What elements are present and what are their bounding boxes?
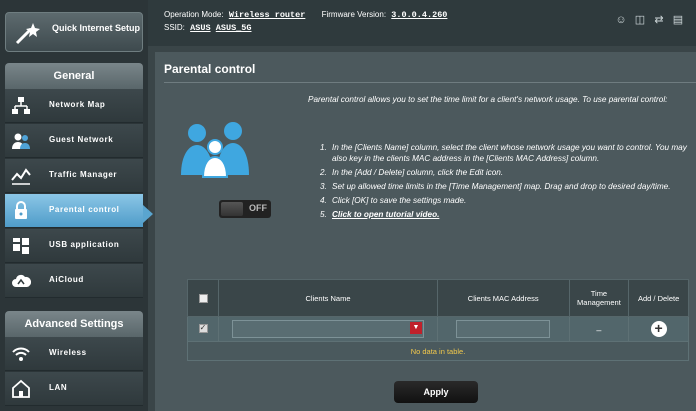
magic-wand-icon: [15, 23, 40, 45]
row-checkbox[interactable]: [198, 323, 208, 334]
operation-mode-link[interactable]: Wireless router: [229, 10, 306, 20]
sidebar-item-label: Guest Network: [49, 135, 114, 144]
step-item: 5. Click to open tutorial video.: [320, 210, 440, 219]
clients-name-header: Clients Name: [218, 279, 438, 317]
firmware-label: Firmware Version:: [321, 10, 387, 19]
sidebar-item-label: Network Map: [49, 100, 106, 109]
add-icon[interactable]: +: [650, 320, 667, 337]
sidebar-item-aicloud[interactable]: AiCloud: [5, 264, 143, 298]
no-data-text: No data in table.: [187, 341, 689, 361]
aicloud-icon: [12, 274, 31, 287]
input-row: ▼ – +: [186, 316, 689, 342]
network-status-icon[interactable]: ⇄: [653, 14, 665, 26]
step-item: 3. Set up allowed time limits in the [Tim…: [320, 182, 671, 191]
parental-control-toggle[interactable]: OFF: [219, 200, 271, 218]
sidebar-item-parental-control[interactable]: Parental control: [5, 194, 143, 228]
lan-icon: [12, 379, 30, 398]
active-item-arrow: [143, 205, 153, 223]
chevron-down-icon[interactable]: ▼: [410, 321, 423, 334]
top-header: Operation Mode: Wireless router Firmware…: [148, 0, 696, 46]
quick-internet-setup-button[interactable]: Quick Internet Setup: [5, 12, 143, 52]
general-header: General: [5, 63, 143, 89]
description-text: Parental control allows you to set the t…: [308, 95, 668, 104]
select-all-checkbox[interactable]: [198, 293, 208, 303]
clients-icon[interactable]: ☺: [615, 14, 627, 26]
toggle-state-label: OFF: [249, 203, 267, 213]
quick-internet-setup-label: Quick Internet Setup: [52, 23, 141, 33]
ssid-5g-link[interactable]: ASUS_5G: [216, 23, 252, 33]
sidebar-item-wireless[interactable]: Wireless: [5, 337, 143, 371]
sidebar-item-usb-application[interactable]: USB application: [5, 229, 143, 263]
sidebar: Quick Internet Setup General Network Map…: [0, 0, 153, 411]
advanced-settings-header: Advanced Settings: [5, 311, 143, 337]
sidebar-item-traffic-manager[interactable]: Traffic Manager: [5, 159, 143, 193]
firmware-version-link[interactable]: 3.0.0.4.260: [391, 10, 447, 20]
no-data-row: No data in table.: [187, 341, 689, 361]
tutorial-video-link[interactable]: Click to open tutorial video.: [332, 210, 439, 219]
instruction-steps: 1. In the [Clients Name] column, select t…: [308, 142, 688, 223]
guest-network-icon: [12, 133, 30, 149]
operation-mode-line: Operation Mode: Wireless router Firmware…: [164, 10, 447, 20]
status-icons: ☺ ◫ ⇄ ▤: [615, 14, 684, 26]
usb-status-icon[interactable]: ◫: [634, 14, 646, 26]
apply-button[interactable]: Apply: [394, 381, 478, 403]
select-all-header: [186, 279, 220, 317]
sidebar-item-label: AiCloud: [49, 275, 84, 284]
clients-mac-input[interactable]: [456, 319, 551, 338]
sidebar-item-label: LAN: [49, 383, 68, 392]
time-management-value: –: [596, 325, 602, 335]
ssid-line: SSID: ASUS ASUS_5G: [164, 23, 252, 33]
page-title: Parental control: [164, 62, 256, 76]
parental-control-panel: Parental control OFF Parental control al…: [155, 52, 696, 411]
clients-name-select[interactable]: ▼: [232, 319, 425, 338]
step-item: 2. In the [Add / Delete] column, click th…: [320, 168, 504, 177]
toggle-knob: [221, 202, 243, 216]
sidebar-item-label: USB application: [49, 240, 120, 249]
sidebar-item-network-map[interactable]: Network Map: [5, 89, 143, 123]
time-management-header: Time Management: [568, 279, 630, 317]
ssid-label: SSID:: [164, 23, 185, 32]
add-delete-header: Add / Delete: [628, 279, 689, 317]
clients-table: Clients Name Clients MAC Address Time Ma…: [186, 279, 689, 361]
sidebar-item-label: Wireless: [49, 348, 87, 357]
ssid-2g-link[interactable]: ASUS: [190, 23, 210, 33]
family-illustration-icon: [181, 122, 249, 178]
traffic-manager-icon: [11, 168, 31, 185]
title-divider: [164, 82, 696, 83]
step-item: 4. Click [OK] to save the settings made.: [320, 196, 467, 205]
sidebar-item-guest-network[interactable]: Guest Network: [5, 124, 143, 158]
sidebar-item-lan[interactable]: LAN: [5, 372, 143, 406]
parental-control-icon: [15, 201, 27, 219]
sidebar-item-label: Parental control: [49, 205, 120, 214]
usb-application-icon: [13, 238, 29, 254]
step-item: 1. In the [Clients Name] column, select t…: [320, 143, 687, 163]
wireless-icon: [12, 347, 30, 361]
network-map-icon: [12, 97, 30, 114]
clients-mac-header: Clients MAC Address: [436, 279, 570, 317]
operation-mode-label: Operation Mode:: [164, 10, 224, 19]
sidebar-item-label: Traffic Manager: [49, 170, 118, 179]
printer-icon[interactable]: ▤: [672, 14, 684, 26]
